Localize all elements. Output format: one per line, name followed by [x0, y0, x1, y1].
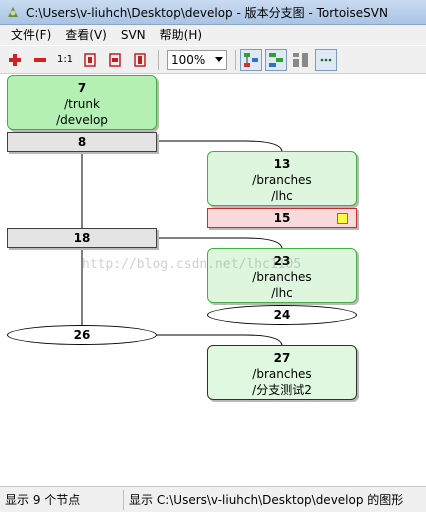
zoom-original-label: 1:1 [56, 54, 74, 65]
chevron-down-icon [215, 57, 223, 62]
status-path: 显示 C:\Users\v-liuhch\Desktop\develop 的图形 [129, 492, 404, 507]
revision-node[interactable]: 24 [207, 305, 357, 325]
revision-number: 13 [273, 157, 291, 171]
revision-node[interactable]: 8 [7, 132, 157, 152]
zoom-to-fit-icon[interactable] [79, 49, 101, 71]
toolbar: 1:1 100% [0, 46, 426, 74]
revision-node[interactable]: 26 [7, 325, 157, 345]
tortoisesvn-app-icon [6, 5, 20, 19]
revision-number: 15 [273, 211, 291, 225]
zoom-width-icon[interactable] [104, 49, 126, 71]
title-bar: C:\Users\v-liuhch\Desktop\develop - 版本分支… [0, 0, 426, 25]
menu-svn[interactable]: SVN [114, 25, 153, 45]
revision-number: 7 [77, 81, 87, 95]
modified-flag-icon [337, 213, 348, 224]
revision-node[interactable]: 18 [7, 228, 157, 248]
oldest-on-top-icon[interactable] [265, 48, 287, 71]
menu-view[interactable]: 查看(V) [58, 25, 114, 45]
revision-path: /lhc [271, 286, 293, 300]
toolbar-separator [235, 49, 236, 70]
revision-number: 24 [273, 308, 291, 322]
revision-number: 26 [73, 328, 91, 342]
zoom-value: 100% [171, 52, 206, 67]
watermark: http://blog.csdn.net/lhc1105 [82, 257, 302, 272]
status-node-count: 显示 9 个节点 [0, 489, 124, 510]
menu-file[interactable]: 文件(F) [4, 25, 58, 45]
zoom-in-icon[interactable] [4, 49, 26, 71]
revision-path: /branches [252, 367, 312, 381]
revision-number: 8 [77, 135, 87, 149]
revision-path: /develop [56, 113, 108, 127]
revision-node[interactable]: 13 /branches /lhc [207, 151, 357, 206]
revision-graph-canvas[interactable]: 7 /trunk /develop 8 13 /branches /lhc 15… [0, 75, 426, 485]
zoom-dropdown[interactable]: 100% [167, 49, 227, 70]
align-trees-icon[interactable] [290, 49, 312, 71]
revision-number: 27 [273, 351, 291, 365]
window-title: C:\Users\v-liuhch\Desktop\develop - 版本分支… [26, 5, 388, 20]
zoom-height-icon[interactable] [129, 49, 151, 71]
toolbar-separator [158, 49, 159, 70]
revision-node[interactable]: 15 [207, 208, 357, 228]
group-branches-icon[interactable] [240, 48, 262, 71]
revision-path: /trunk [64, 97, 100, 111]
zoom-out-icon[interactable] [29, 49, 51, 71]
revision-path: /分支测试2 [252, 383, 312, 397]
revision-path: /branches [252, 173, 312, 187]
revision-node[interactable]: 27 /branches /分支测试2 [207, 345, 357, 400]
more-options-icon[interactable] [315, 48, 337, 71]
zoom-original-button[interactable]: 1:1 [54, 49, 76, 71]
revision-node[interactable]: 7 /trunk /develop [7, 75, 157, 130]
menu-help[interactable]: 帮助(H) [153, 25, 209, 45]
revision-number: 18 [73, 231, 91, 245]
revision-path: /lhc [271, 189, 293, 203]
status-bar: 显示 9 个节点 显示 C:\Users\v-liuhch\Desktop\de… [0, 486, 426, 512]
menu-bar: 文件(F) 查看(V) SVN 帮助(H) [0, 25, 426, 45]
